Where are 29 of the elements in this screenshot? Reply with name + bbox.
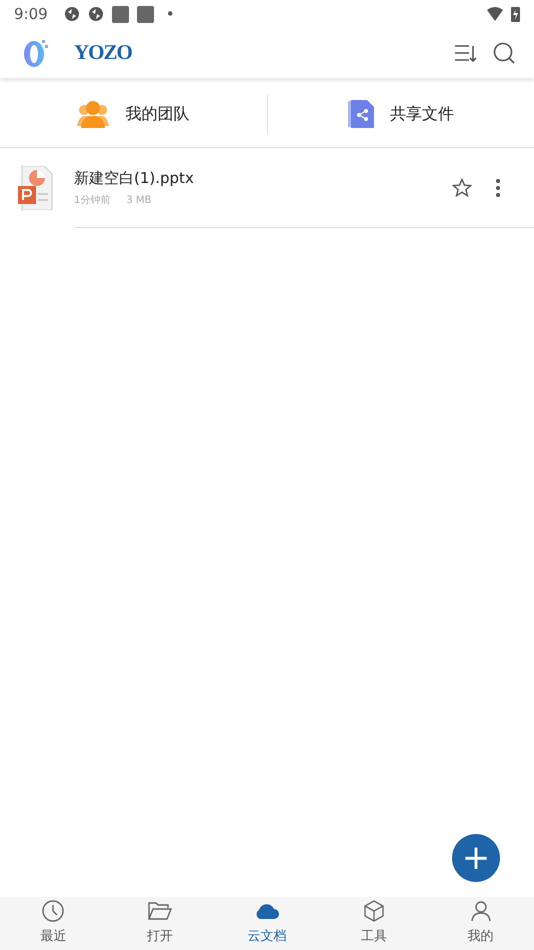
time-text: 9:09: [14, 4, 48, 25]
clock-icon[interactable]: [42, 899, 64, 923]
sort-icon[interactable]: [454, 43, 478, 63]
more-icon[interactable]: [496, 178, 500, 196]
shortcut-button[interactable]: 共享文件: [268, 80, 534, 147]
battery-icon: [511, 6, 520, 22]
aperture-icon: [88, 6, 104, 22]
shared-file-icon: [348, 100, 374, 128]
shortcut-button[interactable]: 我的团队: [0, 80, 266, 147]
people-icon: [77, 100, 110, 128]
notification-dot: •: [166, 4, 175, 25]
nav-tab[interactable]: 最近: [0, 897, 107, 950]
file-name[interactable]: 新建空白(1).pptx: [74, 166, 452, 190]
nav-tab[interactable]: 我的: [427, 897, 534, 950]
nav-tab[interactable]: 打开: [106, 897, 214, 950]
nav-tab[interactable]: 工具: [320, 897, 428, 950]
star-icon[interactable]: [452, 178, 472, 198]
person-icon[interactable]: [470, 899, 492, 923]
nav-tab[interactable]: 云文档: [214, 897, 320, 950]
cube-icon[interactable]: [364, 899, 384, 923]
square-icon: [136, 6, 154, 22]
add-button[interactable]: +: [452, 834, 500, 882]
file-time: 1分钟前: [74, 194, 110, 208]
wifi-icon: [487, 7, 503, 21]
search-icon[interactable]: [492, 41, 516, 65]
square-icon: [112, 6, 129, 22]
aperture-icon: [64, 6, 80, 22]
logo-text: YOZO: [74, 39, 132, 66]
file-size: 3 MB: [126, 194, 152, 208]
